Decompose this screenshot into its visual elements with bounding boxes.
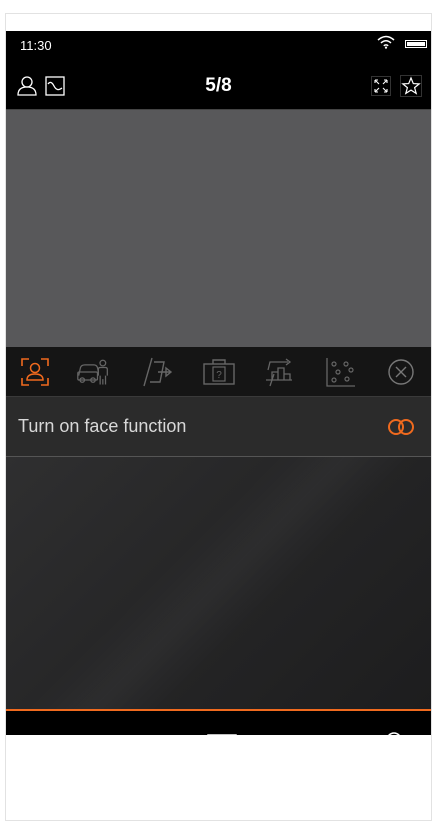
vehicle-person-icon[interactable] xyxy=(76,355,110,389)
star-icon[interactable] xyxy=(400,75,422,97)
mute-icon[interactable] xyxy=(292,731,332,735)
fullscreen-icon[interactable] xyxy=(370,75,392,97)
face-detect-icon[interactable] xyxy=(18,355,52,389)
toggle-icon[interactable] xyxy=(387,418,415,436)
status-time: 11:30 xyxy=(20,38,52,53)
battery-icon xyxy=(405,40,427,48)
camera-icon[interactable] xyxy=(32,731,72,735)
close-circle-icon[interactable] xyxy=(384,355,418,389)
page-title: 5/8 xyxy=(205,75,232,96)
phone-screen: 11:30 5/8 ? Turn on face function xyxy=(6,31,431,735)
wifi-icon xyxy=(377,35,395,49)
svg-text:?: ? xyxy=(216,370,222,381)
top-header: 5/8 xyxy=(6,61,431,110)
people-counting-icon[interactable] xyxy=(264,355,298,389)
unattended-object-icon[interactable]: ? xyxy=(202,355,236,389)
video-record-icon[interactable] xyxy=(116,731,156,735)
bottom-toolbar xyxy=(6,709,431,735)
screenshot-frame: 11:30 5/8 ? Turn on face function xyxy=(5,13,432,821)
face-function-row[interactable]: Turn on face function xyxy=(6,397,431,457)
face-function-label: Turn on face function xyxy=(18,416,187,436)
status-bar: 11:30 xyxy=(6,31,431,61)
line-crossing-icon[interactable] xyxy=(142,355,176,389)
video-preview[interactable] xyxy=(6,110,431,347)
content-sheen xyxy=(6,457,431,709)
grid-layout-icon[interactable] xyxy=(202,731,242,735)
content-area xyxy=(6,457,431,709)
function-toolbar: ? xyxy=(6,347,431,397)
microphone-icon[interactable] xyxy=(374,731,414,735)
crowd-density-icon[interactable] xyxy=(324,355,358,389)
